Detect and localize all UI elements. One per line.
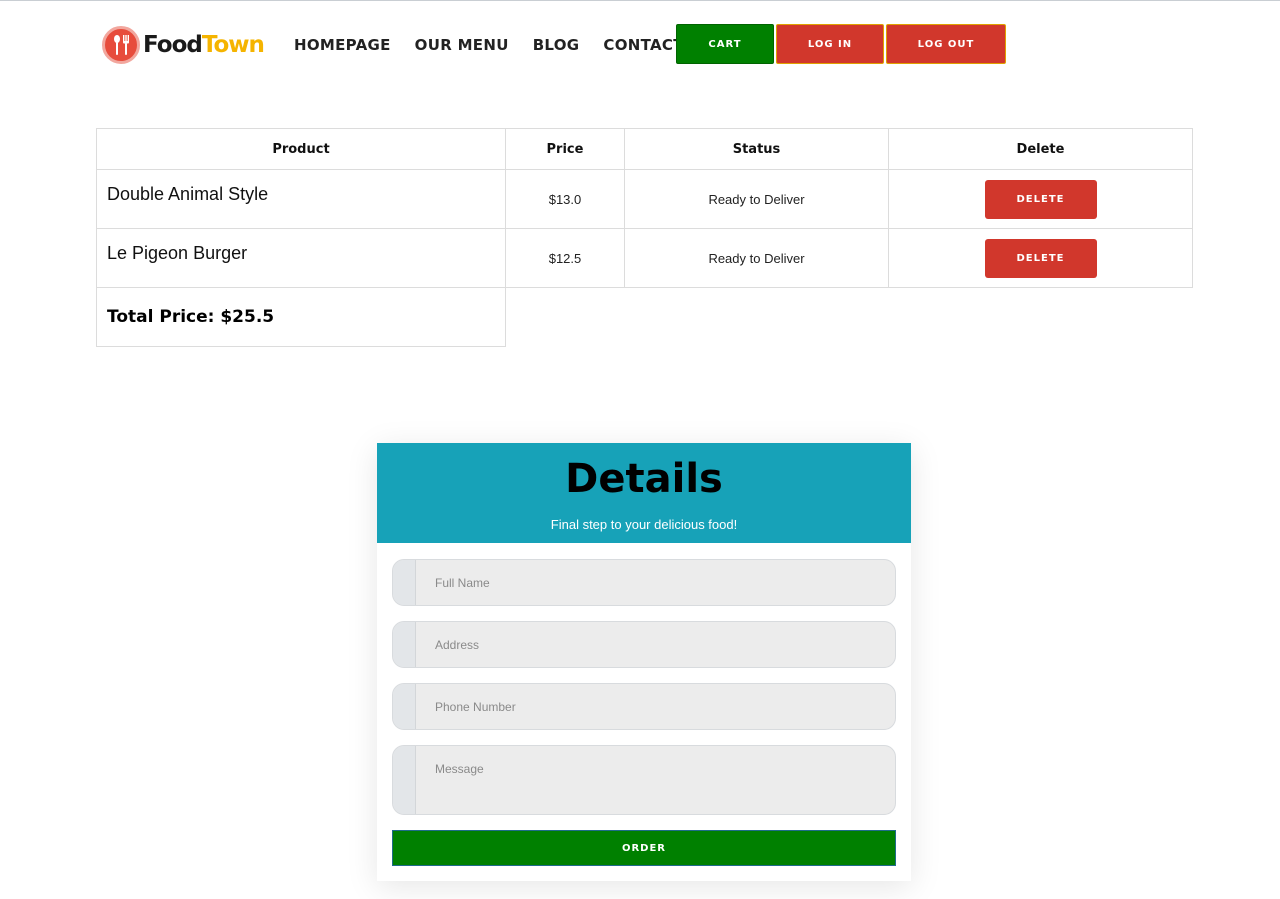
main-nav: HOMEPAGE OUR MENU BLOG CONTACT US — [294, 34, 737, 56]
order-button[interactable]: ORDER — [392, 830, 896, 866]
product-name: Le Pigeon Burger — [96, 228, 506, 288]
nav-homepage[interactable]: HOMEPAGE — [294, 34, 391, 56]
table-row: Le Pigeon Burger $12.5 Ready to Deliver … — [96, 228, 1193, 288]
brand-name: FoodTown — [143, 32, 265, 58]
address-addon — [393, 622, 416, 667]
empty-cell — [625, 288, 889, 347]
brand-name-part2: Town — [201, 32, 265, 58]
product-name: Double Animal Style — [96, 169, 506, 229]
message-addon — [393, 746, 416, 814]
top-border — [0, 0, 1280, 1]
empty-cell — [506, 288, 625, 347]
full-name-input[interactable] — [417, 560, 895, 605]
order-status: Ready to Deliver — [624, 169, 889, 229]
nav-blog[interactable]: BLOG — [533, 34, 580, 56]
brand-logo[interactable]: FoodTown — [102, 26, 265, 64]
delete-button[interactable]: DELETE — [984, 179, 1097, 219]
delete-cell: DELETE — [888, 169, 1193, 229]
logout-button[interactable]: LOG OUT — [886, 24, 1006, 64]
brand-name-part1: Food — [143, 32, 203, 58]
message-field — [392, 745, 896, 815]
message-input[interactable] — [417, 746, 895, 814]
delete-cell: DELETE — [888, 228, 1193, 288]
phone-input[interactable] — [417, 684, 895, 729]
details-card: Details Final step to your delicious foo… — [377, 443, 911, 881]
fork-spoon-icon — [102, 26, 140, 64]
header-price: Price — [505, 128, 625, 170]
nav-our-menu[interactable]: OUR MENU — [415, 34, 509, 56]
address-input[interactable] — [417, 622, 895, 667]
empty-cell — [889, 288, 1193, 347]
details-title: Details — [565, 456, 723, 502]
header-status: Status — [624, 128, 889, 170]
delete-button[interactable]: DELETE — [984, 238, 1097, 278]
table-header-row: Product Price Status Delete — [96, 128, 1193, 170]
header-delete: Delete — [888, 128, 1193, 170]
product-price: $13.0 — [505, 169, 625, 229]
login-button[interactable]: LOG IN — [776, 24, 884, 64]
details-header: Details Final step to your delicious foo… — [377, 443, 911, 543]
total-row: Total Price: $25.5 — [96, 287, 1193, 347]
order-status: Ready to Deliver — [624, 228, 889, 288]
cart-table: Product Price Status Delete Double Anima… — [96, 128, 1193, 347]
phone-addon — [393, 684, 416, 729]
phone-field — [392, 683, 896, 730]
cart-button[interactable]: CART — [676, 24, 774, 64]
full-name-addon — [393, 560, 416, 605]
product-price: $12.5 — [505, 228, 625, 288]
table-row: Double Animal Style $13.0 Ready to Deliv… — [96, 169, 1193, 229]
details-subtitle: Final step to your delicious food! — [550, 517, 738, 532]
header-product: Product — [96, 128, 506, 170]
full-name-field — [392, 559, 896, 606]
address-field — [392, 621, 896, 668]
total-price: Total Price: $25.5 — [96, 287, 506, 347]
